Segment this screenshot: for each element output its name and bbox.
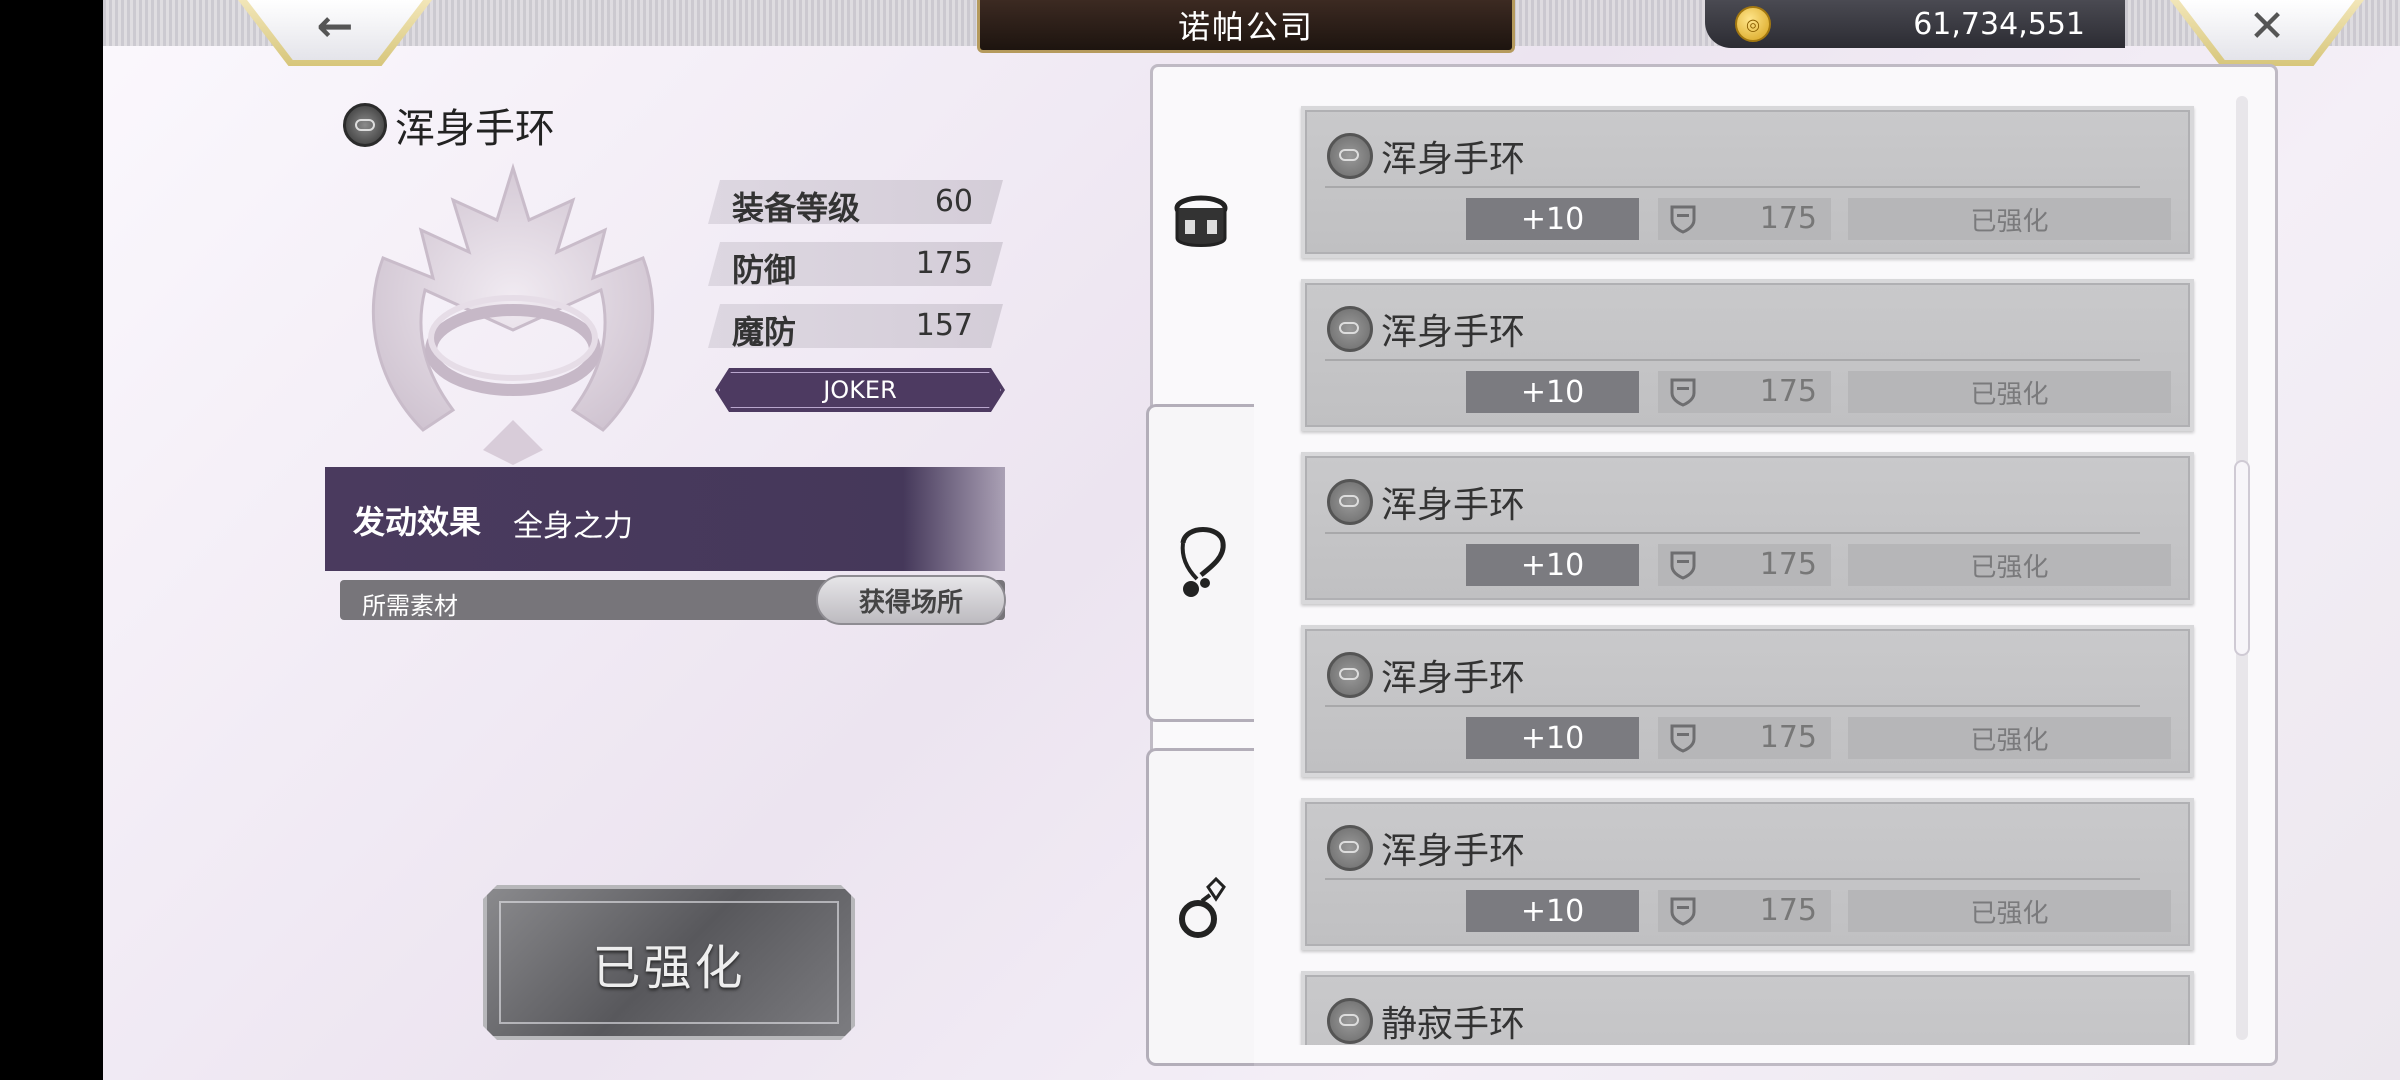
stat-equip-level: 装备等级 60 <box>708 180 1003 224</box>
shield-icon <box>1670 897 1696 926</box>
enhance-level: +10 <box>1466 198 1639 240</box>
materials-label: 所需素材 <box>362 592 458 620</box>
enhance-status: 已强化 <box>1848 198 2171 240</box>
divider <box>1325 878 2140 880</box>
bracelet-icon <box>1327 652 1373 698</box>
shield-icon <box>1670 551 1696 580</box>
game-screen: ← 诺帕公司 ◎ 61,734,551 ✕ 浑身手环 装备等级 60 防御 17… <box>103 0 2400 1080</box>
stat-magic-defense: 魔防 157 <box>708 304 1003 348</box>
source-location-button[interactable]: 获得场所 <box>816 575 1006 625</box>
divider <box>1325 705 2140 707</box>
bracelet-icon <box>1327 306 1373 352</box>
enhance-status: 已强化 <box>1848 371 2171 413</box>
close-icon: ✕ <box>2248 0 2286 52</box>
shield-icon <box>1670 205 1696 234</box>
item-name: 浑身手环 <box>395 106 555 152</box>
enhance-level: +10 <box>1466 717 1639 759</box>
currency-display: ◎ 61,734,551 <box>1705 0 2125 48</box>
list-item[interactable]: 静寂手环 <box>1301 971 2194 1045</box>
bracelet-icon <box>1174 195 1228 247</box>
enhance-level: +10 <box>1466 371 1639 413</box>
bracelet-icon <box>1327 825 1373 871</box>
shield-icon <box>1670 724 1696 753</box>
divider <box>1325 359 2140 361</box>
bracelet-icon <box>1327 479 1373 525</box>
effect-bar: 发动效果 全身之力 <box>325 467 1005 571</box>
equipment-emblem-image <box>371 162 655 465</box>
effect-value: 全身之力 <box>513 509 633 544</box>
list-item[interactable]: 浑身手环 +10 175 已强化 <box>1301 452 2194 604</box>
shield-icon <box>1670 378 1696 407</box>
coin-icon: ◎ <box>1735 6 1771 42</box>
defense-stat: 175 <box>1658 890 1831 932</box>
back-button[interactable]: ← <box>238 0 432 66</box>
divider <box>1325 532 2140 534</box>
list-item[interactable]: 浑身手环 +10 175 已强化 <box>1301 798 2194 950</box>
divider <box>1325 186 2140 188</box>
necklace-icon <box>1180 527 1226 597</box>
bracelet-icon <box>1327 133 1373 179</box>
enhance-level: +10 <box>1466 890 1639 932</box>
defense-stat: 175 <box>1658 371 1831 413</box>
shop-title: 诺帕公司 <box>977 0 1515 53</box>
list-item[interactable]: 浑身手环 +10 175 已强化 <box>1301 279 2194 431</box>
back-arrow-icon: ← <box>316 0 354 52</box>
close-button[interactable]: ✕ <box>2170 0 2364 66</box>
bracelet-icon <box>343 103 387 147</box>
tab-ring[interactable] <box>1146 748 1254 1066</box>
enhance-button[interactable]: 已强化 <box>483 885 855 1040</box>
enhance-status: 已强化 <box>1848 544 2171 586</box>
defense-stat: 175 <box>1658 544 1831 586</box>
equipment-list: 浑身手环 +10 175 已强化 浑身手环 +10 175 已强化 浑身手环 +… <box>1253 90 2233 1045</box>
currency-amount: 61,734,551 <box>1913 7 2085 42</box>
ring-icon <box>1178 876 1226 938</box>
item-name-heading: 浑身手环 <box>343 100 555 152</box>
effect-label: 发动效果 <box>353 503 482 541</box>
defense-stat: 175 <box>1658 198 1831 240</box>
bracelet-icon <box>1327 998 1373 1044</box>
stat-defense: 防御 175 <box>708 242 1003 286</box>
enhance-status: 已强化 <box>1848 890 2171 932</box>
list-item[interactable]: 浑身手环 +10 175 已强化 <box>1301 625 2194 777</box>
tab-bracelet[interactable] <box>1146 64 1256 382</box>
enhance-status: 已强化 <box>1848 717 2171 759</box>
enhance-level: +10 <box>1466 544 1639 586</box>
scrollbar-thumb[interactable] <box>2234 460 2250 656</box>
defense-stat: 175 <box>1658 717 1831 759</box>
character-tag: JOKER <box>715 368 1005 412</box>
list-item[interactable]: 浑身手环 +10 175 已强化 <box>1301 106 2194 258</box>
enhance-label: 已强化 <box>592 939 746 996</box>
tab-necklace[interactable] <box>1146 404 1254 722</box>
